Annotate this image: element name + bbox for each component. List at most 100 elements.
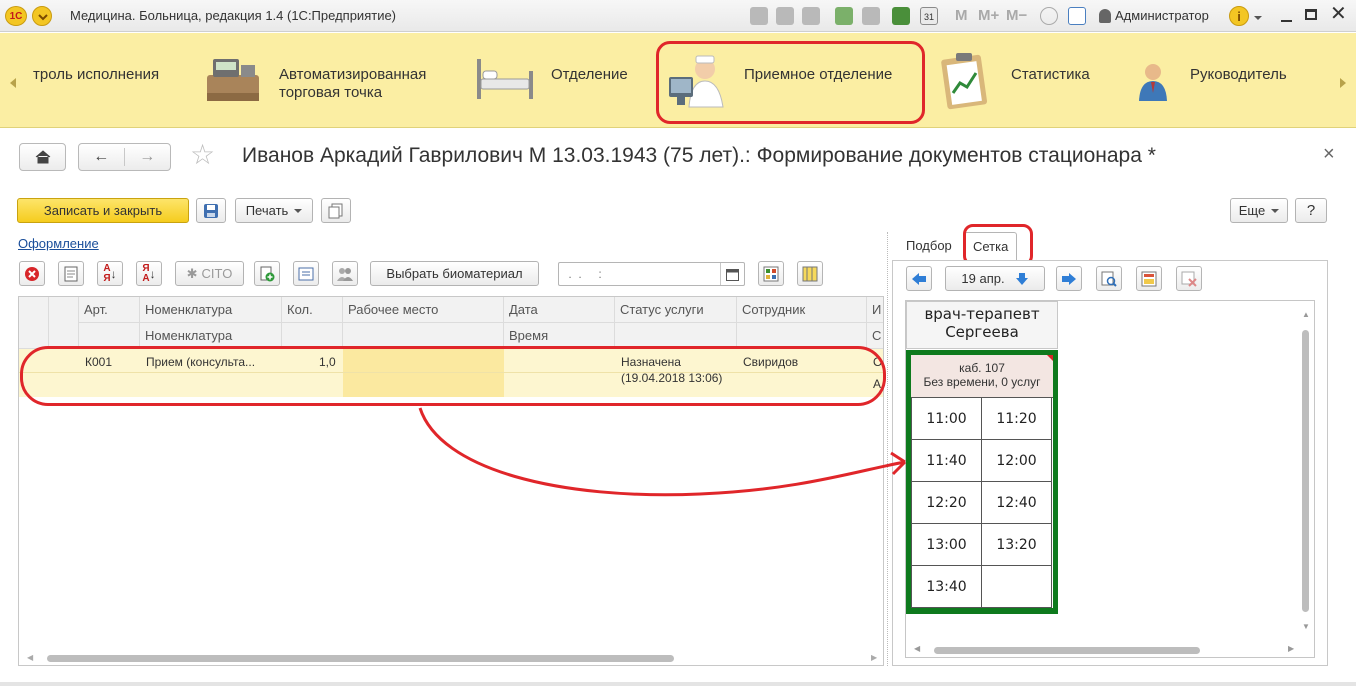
select-biomaterial-button[interactable]: Выбрать биоматериал xyxy=(370,261,539,286)
sort-ascending-icon: АЯ xyxy=(103,262,111,284)
sort-desc-button[interactable]: Я А ↓ xyxy=(136,261,162,286)
col-qty[interactable]: Кол. xyxy=(282,297,343,323)
schedule-scroll-down-icon[interactable]: ▼ xyxy=(1302,622,1310,631)
schedule-scroll-left-icon[interactable]: ◀ xyxy=(914,644,920,653)
print-icon[interactable] xyxy=(776,7,794,25)
schedule-scroll-up-icon[interactable]: ▲ xyxy=(1302,310,1310,319)
doctor-role: врач-терапевт xyxy=(924,305,1040,323)
scroll-left-icon[interactable]: ◀ xyxy=(27,653,33,662)
user-name[interactable]: Администратор xyxy=(1115,8,1209,23)
add-document-button[interactable] xyxy=(254,261,280,286)
save-and-close-button[interactable]: Записать и закрыть xyxy=(17,198,189,223)
card-button[interactable] xyxy=(293,261,319,286)
next-day-button[interactable] xyxy=(1056,266,1082,291)
close-window-icon[interactable]: ✕ xyxy=(1330,4,1347,24)
memory-m-minus[interactable]: M− xyxy=(1006,7,1027,24)
minimize-icon[interactable] xyxy=(1281,20,1292,22)
schedule-vertical-scrollbar[interactable] xyxy=(1302,330,1309,612)
col-employee[interactable]: Сотрудник xyxy=(737,297,867,323)
col-status[interactable]: Статус услуги xyxy=(615,297,737,323)
cito-button[interactable]: ✱ CITO xyxy=(175,261,244,286)
schedule-horizontal-scrollbar[interactable] xyxy=(934,647,1200,654)
time-slot[interactable]: 11:20 xyxy=(982,398,1052,440)
document-button[interactable] xyxy=(58,261,84,286)
schedule-scroll-right-icon[interactable]: ▶ xyxy=(1288,644,1294,653)
delete-grid-icon xyxy=(1181,271,1197,287)
print-button[interactable]: Печать xyxy=(235,198,313,223)
sort-asc-button[interactable]: А Я ↓ xyxy=(97,261,123,286)
price-list-button[interactable] xyxy=(758,261,784,286)
home-button[interactable] xyxy=(19,143,66,171)
info-icon[interactable]: i xyxy=(1229,6,1249,26)
scroll-right-icon[interactable]: ▶ xyxy=(871,653,877,662)
tab-podbor[interactable]: Подбор xyxy=(898,232,960,260)
section-department[interactable]: Отделение xyxy=(551,66,628,84)
col-nomenclature[interactable]: Номенклатура xyxy=(140,297,282,323)
design-link[interactable]: Оформление xyxy=(18,236,99,251)
help-button[interactable]: ? xyxy=(1295,198,1327,223)
section-manager[interactable]: Руководитель xyxy=(1190,66,1287,84)
memory-m[interactable]: M xyxy=(955,7,968,24)
table-horizontal-scrollbar[interactable] xyxy=(47,655,674,662)
form-close-icon[interactable]: × xyxy=(1323,143,1335,166)
info-dropdown-icon[interactable] xyxy=(1254,16,1262,20)
col-workplace[interactable]: Рабочее место xyxy=(343,297,504,323)
favorite-star-icon[interactable]: ☆ xyxy=(190,140,215,170)
columns-settings-button[interactable] xyxy=(797,261,823,286)
section-retail-point[interactable]: Автоматизированная торговая точка xyxy=(279,66,459,102)
date-select-button[interactable]: 19 апр. xyxy=(945,266,1045,291)
delete-button[interactable] xyxy=(19,261,45,286)
panels-icon[interactable] xyxy=(1068,7,1086,25)
calendar-icon[interactable]: 31 xyxy=(920,7,938,25)
back-arrow-icon[interactable]: ← xyxy=(79,148,125,166)
sections-scroll-left-icon[interactable] xyxy=(10,78,16,88)
memory-m-plus[interactable]: M+ xyxy=(978,7,999,24)
time-slot-empty[interactable] xyxy=(982,566,1052,608)
more-button[interactable]: Еще xyxy=(1230,198,1288,223)
panel-splitter[interactable] xyxy=(887,232,890,666)
forward-arrow-icon[interactable]: → xyxy=(125,148,171,166)
maximize-icon[interactable] xyxy=(1305,9,1317,20)
doctor-header: врач-терапевт Сергеева xyxy=(906,301,1058,349)
col-date[interactable]: Дата xyxy=(504,297,615,323)
sort-descending-icon: ЯА xyxy=(142,262,150,284)
calculator-icon[interactable] xyxy=(892,7,910,25)
clear-schedule-button[interactable] xyxy=(1176,266,1202,291)
form-title: Иванов Аркадий Гаврилович М 13.03.1943 (… xyxy=(242,144,1156,167)
main-menu-dropdown-icon[interactable] xyxy=(32,6,52,26)
calendar-picker-icon[interactable] xyxy=(720,263,744,285)
find-button[interactable] xyxy=(1096,266,1122,291)
time-slot[interactable]: 13:00 xyxy=(912,524,982,566)
copy-documents-button[interactable] xyxy=(321,198,351,223)
cabinet-header[interactable]: каб. 107 Без времени, 0 услуг xyxy=(911,355,1053,397)
prev-day-button[interactable] xyxy=(906,266,932,291)
doctor-schedule-block: каб. 107 Без времени, 0 услуг 11:00 11:2… xyxy=(906,350,1058,614)
zoom-icon[interactable] xyxy=(1040,7,1058,25)
download-icon[interactable] xyxy=(862,7,880,25)
time-slot[interactable]: 11:40 xyxy=(912,440,982,482)
section-statistics[interactable]: Статистика xyxy=(1011,66,1090,84)
upload-icon[interactable] xyxy=(835,7,853,25)
search-doc-icon xyxy=(1101,271,1117,287)
sections-scroll-right-icon[interactable] xyxy=(1340,78,1346,88)
schedule-date: 19 апр. xyxy=(961,271,1005,286)
time-slot[interactable]: 13:40 xyxy=(912,566,982,608)
section-control[interactable]: троль исполнения xyxy=(33,66,159,84)
save-icon[interactable] xyxy=(750,7,768,25)
time-slot[interactable]: 12:40 xyxy=(982,482,1052,524)
time-slot[interactable]: 11:00 xyxy=(912,398,982,440)
col-art[interactable]: Арт. xyxy=(79,297,140,323)
schedule-settings-button[interactable] xyxy=(1136,266,1162,291)
1c-logo-icon[interactable]: 1C xyxy=(5,6,27,26)
employees-button[interactable] xyxy=(332,261,358,286)
col-extra[interactable]: И xyxy=(867,297,883,323)
people-icon xyxy=(337,267,353,281)
cash-register-icon xyxy=(203,53,261,105)
card-icon xyxy=(298,267,314,280)
time-slot[interactable]: 12:20 xyxy=(912,482,982,524)
time-slot[interactable]: 13:20 xyxy=(982,524,1052,566)
preview-icon[interactable] xyxy=(802,7,820,25)
time-slot[interactable]: 12:00 xyxy=(982,440,1052,482)
date-time-input[interactable]: . . : xyxy=(558,262,745,286)
save-button[interactable] xyxy=(196,198,226,223)
